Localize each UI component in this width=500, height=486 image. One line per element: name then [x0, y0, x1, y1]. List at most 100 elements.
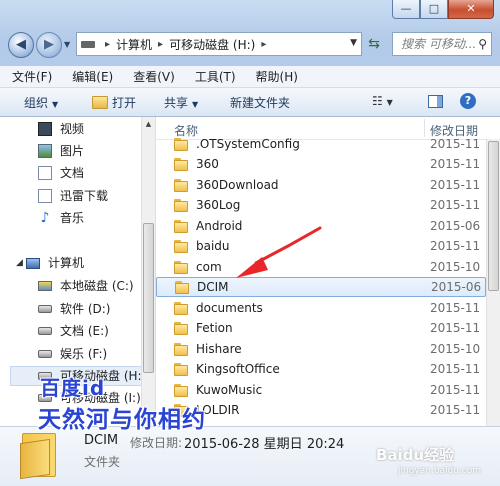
file-name: baidu: [196, 239, 230, 253]
search-icon[interactable]: ⚲: [478, 33, 487, 55]
nav-item-label: 迅雷下载: [60, 189, 109, 203]
address-separator-chevron-icon[interactable]: ▸: [261, 39, 266, 50]
drive-icon: [38, 305, 52, 313]
nav-item-documents[interactable]: 文档: [38, 163, 84, 183]
nav-item-label: 计算机: [48, 256, 85, 270]
file-date: 2015-10: [430, 260, 481, 274]
address-history-chevron-down-icon[interactable]: ▼: [350, 38, 357, 48]
file-name: KingsoftOffice: [196, 362, 280, 376]
list-item-selected[interactable]: DCIM 2015-06: [156, 277, 486, 297]
address-separator-chevron-icon[interactable]: ▸: [105, 39, 110, 50]
chevron-down-icon: ▼: [192, 100, 199, 109]
large-folder-icon: [20, 433, 58, 480]
menu-help[interactable]: 帮助(H): [244, 68, 306, 85]
help-button[interactable]: ?: [460, 93, 476, 109]
file-list-scrollbar[interactable]: [486, 139, 500, 426]
list-item[interactable]: baidu 2015-11: [156, 237, 486, 257]
scroll-up-icon[interactable]: ▲: [142, 117, 155, 131]
folder-icon: [174, 261, 188, 274]
file-date: 2015-11: [430, 178, 481, 192]
nav-pane-scroll-thumb[interactable]: [143, 223, 154, 373]
search-input[interactable]: 搜索 可移动... ⚲: [392, 32, 492, 56]
preview-pane-icon[interactable]: [428, 95, 443, 108]
nav-item-downloads[interactable]: 迅雷下载: [38, 186, 108, 206]
folder-icon: [174, 240, 188, 253]
list-item[interactable]: 360Log 2015-11: [156, 196, 486, 216]
nav-pane-scrollbar[interactable]: ▲ ▼: [141, 117, 155, 426]
address-bar[interactable]: ▸ 计算机 ▸ 可移动磁盘 (H:) ▸ ▼: [76, 32, 362, 56]
list-item[interactable]: documents 2015-11: [156, 299, 486, 319]
recent-pages-chevron-down-icon[interactable]: ▼: [64, 40, 70, 49]
file-date: 2015-11: [430, 157, 481, 171]
drive-icon: [38, 327, 52, 335]
menu-file[interactable]: 文件(F): [0, 68, 60, 85]
menu-view[interactable]: 查看(V): [121, 68, 183, 85]
watermark-baidu-id: 百度id: [40, 376, 106, 400]
back-button[interactable]: ◀: [8, 32, 34, 58]
list-item[interactable]: KingsoftOffice 2015-11: [156, 360, 486, 380]
nav-item-drive-c[interactable]: 本地磁盘 (C:): [38, 276, 134, 296]
nav-item-drive-f[interactable]: 娱乐 (F:): [38, 344, 107, 364]
file-list-scroll-thumb[interactable]: [488, 141, 499, 291]
folder-icon: [174, 138, 188, 151]
folder-icon: [174, 363, 188, 376]
change-view-button[interactable]: ☷ ▼: [372, 94, 393, 108]
close-button[interactable]: ✕: [448, 0, 494, 19]
address-crumb-computer[interactable]: 计算机: [116, 36, 152, 53]
list-item[interactable]: Hishare 2015-10: [156, 340, 486, 360]
nav-item-label: 音乐: [60, 211, 85, 225]
menu-tools[interactable]: 工具(T): [183, 68, 244, 85]
menu-edit[interactable]: 编辑(E): [60, 68, 121, 85]
folder-icon: [174, 220, 188, 233]
nav-item-label: 文档: [60, 166, 85, 180]
nav-item-video[interactable]: 视频: [38, 119, 84, 139]
list-item[interactable]: .OTSystemConfig 2015-11: [156, 135, 486, 155]
file-date: 2015-11: [430, 239, 481, 253]
file-name: 360Download: [196, 178, 279, 192]
watermark-author: 天然河与你相约: [38, 407, 206, 433]
file-list: 名称 修改日期 .OTSystemConfig 2015-11 360 2015-1…: [156, 117, 500, 426]
file-name: Fetion: [196, 321, 233, 335]
list-item[interactable]: com 2015-10: [156, 258, 486, 278]
share-button[interactable]: 共享 ▼: [164, 94, 198, 111]
folder-front: [20, 438, 50, 480]
new-folder-button[interactable]: 新建文件夹: [230, 94, 290, 111]
refresh-icon[interactable]: ⇆: [366, 35, 382, 53]
download-library-icon: [38, 189, 52, 203]
music-library-icon: ♪: [40, 210, 50, 226]
documents-library-icon: [38, 166, 52, 180]
chevron-down-icon: ▼: [386, 98, 393, 107]
file-name: 360: [196, 157, 219, 171]
file-date: 2015-11: [430, 362, 481, 376]
file-name: 360Log: [196, 198, 241, 212]
address-separator-chevron-icon[interactable]: ▸: [158, 39, 163, 50]
maximize-button[interactable]: □: [420, 0, 448, 19]
watermark-url: jingyan.baidu.com: [398, 466, 482, 476]
nav-item-music[interactable]: ♪ 音乐: [38, 208, 84, 228]
minimize-button[interactable]: —: [392, 0, 420, 19]
search-placeholder: 搜索 可移动...: [401, 37, 477, 51]
list-item[interactable]: 360Download 2015-11: [156, 176, 486, 196]
list-item[interactable]: Android 2015-06: [156, 217, 486, 237]
open-button[interactable]: 打开: [92, 94, 136, 111]
organize-label: 组织: [24, 96, 49, 110]
nav-item-drive-d[interactable]: 软件 (D:): [38, 299, 110, 319]
list-item[interactable]: Fetion 2015-11: [156, 319, 486, 339]
nav-item-computer[interactable]: 计算机: [26, 253, 84, 273]
computer-expander-chevron-icon[interactable]: ◢: [16, 258, 23, 268]
pictures-library-icon: [38, 144, 52, 158]
organize-button[interactable]: 组织 ▼: [24, 94, 58, 111]
file-name: Hishare: [196, 342, 242, 356]
file-name: DCIM: [197, 280, 229, 294]
view-list-icon: ☷: [372, 94, 383, 108]
file-date: 2015-11: [430, 198, 481, 212]
forward-button[interactable]: ▶: [36, 32, 62, 58]
detail-name: DCIM: [84, 433, 119, 448]
detail-modified-label: 修改日期:: [130, 436, 183, 450]
nav-item-drive-e[interactable]: 文档 (E:): [38, 321, 109, 341]
list-item[interactable]: 360 2015-11: [156, 155, 486, 175]
explorer-window: — □ ✕ ◀ ▶ ▼ ▸ 计算机 ▸ 可移动磁盘 (H:) ▸ ▼ ⇆ 搜索 …: [0, 0, 500, 486]
address-crumb-drive[interactable]: 可移动磁盘 (H:): [169, 36, 255, 53]
list-item[interactable]: KuwoMusic 2015-11: [156, 381, 486, 401]
nav-item-pictures[interactable]: 图片: [38, 141, 84, 161]
